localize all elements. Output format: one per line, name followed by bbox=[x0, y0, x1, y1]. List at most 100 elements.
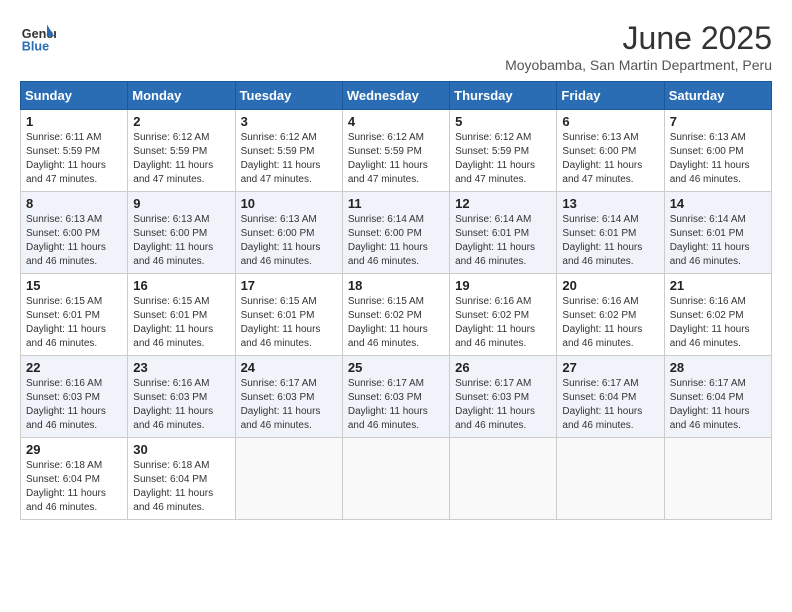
day-info: Sunrise: 6:14 AMSunset: 6:00 PMDaylight:… bbox=[348, 213, 444, 269]
logo: General Blue bbox=[20, 20, 56, 56]
day-number: 25 bbox=[348, 360, 444, 375]
calendar-cell: 17Sunrise: 6:15 AMSunset: 6:01 PMDayligh… bbox=[235, 274, 342, 356]
calendar-cell: 15 Sunrise: 6:15 AMSunset: 6:01 PMDayligh… bbox=[21, 274, 128, 356]
day-info: Sunrise: 6:16 AMSunset: 6:02 PMDaylight:… bbox=[455, 295, 551, 351]
calendar-cell bbox=[664, 438, 771, 520]
calendar-cell: 7 Sunrise: 6:13 AMSunset: 6:00 PMDaylight… bbox=[664, 110, 771, 192]
calendar-cell: 5 Sunrise: 6:12 AMSunset: 5:59 PMDaylight… bbox=[450, 110, 557, 192]
calendar-week-row: 29Sunrise: 6:18 AMSunset: 6:04 PMDayligh… bbox=[21, 438, 772, 520]
day-of-week-header: Sunday bbox=[21, 82, 128, 110]
day-number: 22 bbox=[26, 360, 122, 375]
calendar-cell: 14Sunrise: 6:14 AMSunset: 6:01 PMDayligh… bbox=[664, 192, 771, 274]
day-of-week-header: Thursday bbox=[450, 82, 557, 110]
calendar-cell: 18 Sunrise: 6:15 AMSunset: 6:02 PMDayligh… bbox=[342, 274, 449, 356]
calendar-cell bbox=[557, 438, 664, 520]
day-number: 3 bbox=[241, 114, 337, 129]
day-number: 15 bbox=[26, 278, 122, 293]
day-number: 10 bbox=[241, 196, 337, 211]
day-info: Sunrise: 6:13 AMSunset: 6:00 PMDaylight:… bbox=[562, 131, 658, 187]
calendar-cell: 9 Sunrise: 6:13 AMSunset: 6:00 PMDaylight… bbox=[128, 192, 235, 274]
day-number: 23 bbox=[133, 360, 229, 375]
day-info: Sunrise: 6:14 AMSunset: 6:01 PMDaylight:… bbox=[562, 213, 658, 269]
calendar-cell: 13 Sunrise: 6:14 AMSunset: 6:01 PMDayligh… bbox=[557, 192, 664, 274]
calendar-week-row: 15 Sunrise: 6:15 AMSunset: 6:01 PMDayligh… bbox=[21, 274, 772, 356]
title-area: June 2025 Moyobamba, San Martin Departme… bbox=[505, 20, 772, 73]
calendar-cell: 11 Sunrise: 6:14 AMSunset: 6:00 PMDayligh… bbox=[342, 192, 449, 274]
calendar-cell: 30 Sunrise: 6:18 AMSunset: 6:04 PMDayligh… bbox=[128, 438, 235, 520]
day-info: Sunrise: 6:14 AMSunset: 6:01 PMDaylight:… bbox=[455, 213, 551, 269]
day-info: Sunrise: 6:18 AMSunset: 6:04 PMDaylight:… bbox=[26, 459, 122, 515]
calendar-cell bbox=[342, 438, 449, 520]
svg-text:Blue: Blue bbox=[22, 40, 49, 54]
month-title: June 2025 bbox=[505, 20, 772, 57]
day-number: 9 bbox=[133, 196, 229, 211]
day-of-week-header: Friday bbox=[557, 82, 664, 110]
day-number: 16 bbox=[133, 278, 229, 293]
day-number: 7 bbox=[670, 114, 766, 129]
day-info: Sunrise: 6:16 AMSunset: 6:02 PMDaylight:… bbox=[670, 295, 766, 351]
calendar-cell: 20 Sunrise: 6:16 AMSunset: 6:02 PMDayligh… bbox=[557, 274, 664, 356]
day-number: 6 bbox=[562, 114, 658, 129]
day-of-week-header: Monday bbox=[128, 82, 235, 110]
day-info: Sunrise: 6:18 AMSunset: 6:04 PMDaylight:… bbox=[133, 459, 229, 515]
day-info: Sunrise: 6:11 AMSunset: 5:59 PMDaylight:… bbox=[26, 131, 122, 187]
day-number: 5 bbox=[455, 114, 551, 129]
day-info: Sunrise: 6:13 AMSunset: 6:00 PMDaylight:… bbox=[133, 213, 229, 269]
calendar-cell: 23 Sunrise: 6:16 AMSunset: 6:03 PMDayligh… bbox=[128, 356, 235, 438]
calendar-cell: 27Sunrise: 6:17 AMSunset: 6:04 PMDayligh… bbox=[557, 356, 664, 438]
calendar-week-row: 22 Sunrise: 6:16 AMSunset: 6:03 PMDayligh… bbox=[21, 356, 772, 438]
day-number: 18 bbox=[348, 278, 444, 293]
calendar-cell: 2 Sunrise: 6:12 AMSunset: 5:59 PMDaylight… bbox=[128, 110, 235, 192]
day-number: 21 bbox=[670, 278, 766, 293]
day-number: 2 bbox=[133, 114, 229, 129]
calendar-cell: 26 Sunrise: 6:17 AMSunset: 6:03 PMDayligh… bbox=[450, 356, 557, 438]
calendar-cell: 19 Sunrise: 6:16 AMSunset: 6:02 PMDayligh… bbox=[450, 274, 557, 356]
calendar-cell: 24 Sunrise: 6:17 AMSunset: 6:03 PMDayligh… bbox=[235, 356, 342, 438]
page-header: General Blue June 2025 Moyobamba, San Ma… bbox=[20, 20, 772, 73]
day-info: Sunrise: 6:15 AMSunset: 6:01 PMDaylight:… bbox=[241, 295, 337, 351]
day-info: Sunrise: 6:13 AMSunset: 6:00 PMDaylight:… bbox=[26, 213, 122, 269]
day-info: Sunrise: 6:15 AMSunset: 6:02 PMDaylight:… bbox=[348, 295, 444, 351]
day-of-week-header: Tuesday bbox=[235, 82, 342, 110]
day-number: 19 bbox=[455, 278, 551, 293]
day-of-week-header: Wednesday bbox=[342, 82, 449, 110]
calendar-cell: 16 Sunrise: 6:15 AMSunset: 6:01 PMDayligh… bbox=[128, 274, 235, 356]
day-number: 4 bbox=[348, 114, 444, 129]
calendar-header-row: SundayMondayTuesdayWednesdayThursdayFrid… bbox=[21, 82, 772, 110]
calendar-cell: 21 Sunrise: 6:16 AMSunset: 6:02 PMDayligh… bbox=[664, 274, 771, 356]
day-info: Sunrise: 6:16 AMSunset: 6:02 PMDaylight:… bbox=[562, 295, 658, 351]
day-number: 20 bbox=[562, 278, 658, 293]
logo-icon: General Blue bbox=[20, 20, 56, 56]
day-of-week-header: Saturday bbox=[664, 82, 771, 110]
calendar-cell: 1 Sunrise: 6:11 AMSunset: 5:59 PMDaylight… bbox=[21, 110, 128, 192]
day-info: Sunrise: 6:12 AMSunset: 5:59 PMDaylight:… bbox=[241, 131, 337, 187]
day-info: Sunrise: 6:15 AMSunset: 6:01 PMDaylight:… bbox=[26, 295, 122, 351]
calendar-cell: 10 Sunrise: 6:13 AMSunset: 6:00 PMDayligh… bbox=[235, 192, 342, 274]
location-subtitle: Moyobamba, San Martin Department, Peru bbox=[505, 57, 772, 73]
day-number: 12 bbox=[455, 196, 551, 211]
calendar-cell: 4Sunrise: 6:12 AMSunset: 5:59 PMDaylight… bbox=[342, 110, 449, 192]
day-info: Sunrise: 6:14 AMSunset: 6:01 PMDaylight:… bbox=[670, 213, 766, 269]
day-info: Sunrise: 6:13 AMSunset: 6:00 PMDaylight:… bbox=[241, 213, 337, 269]
calendar-cell: 6 Sunrise: 6:13 AMSunset: 6:00 PMDaylight… bbox=[557, 110, 664, 192]
calendar-cell bbox=[235, 438, 342, 520]
day-info: Sunrise: 6:13 AMSunset: 6:00 PMDaylight:… bbox=[670, 131, 766, 187]
day-info: Sunrise: 6:17 AMSunset: 6:03 PMDaylight:… bbox=[455, 377, 551, 433]
day-info: Sunrise: 6:15 AMSunset: 6:01 PMDaylight:… bbox=[133, 295, 229, 351]
day-number: 24 bbox=[241, 360, 337, 375]
day-number: 13 bbox=[562, 196, 658, 211]
day-info: Sunrise: 6:12 AMSunset: 5:59 PMDaylight:… bbox=[455, 131, 551, 187]
calendar-cell: 29Sunrise: 6:18 AMSunset: 6:04 PMDayligh… bbox=[21, 438, 128, 520]
day-number: 30 bbox=[133, 442, 229, 457]
day-number: 26 bbox=[455, 360, 551, 375]
day-number: 11 bbox=[348, 196, 444, 211]
day-number: 27 bbox=[562, 360, 658, 375]
day-info: Sunrise: 6:12 AMSunset: 5:59 PMDaylight:… bbox=[133, 131, 229, 187]
day-info: Sunrise: 6:16 AMSunset: 6:03 PMDaylight:… bbox=[133, 377, 229, 433]
day-info: Sunrise: 6:17 AMSunset: 6:03 PMDaylight:… bbox=[241, 377, 337, 433]
calendar-cell: 12 Sunrise: 6:14 AMSunset: 6:01 PMDayligh… bbox=[450, 192, 557, 274]
calendar-cell: 8Sunrise: 6:13 AMSunset: 6:00 PMDaylight… bbox=[21, 192, 128, 274]
day-info: Sunrise: 6:17 AMSunset: 6:03 PMDaylight:… bbox=[348, 377, 444, 433]
day-number: 1 bbox=[26, 114, 122, 129]
calendar-week-row: 1 Sunrise: 6:11 AMSunset: 5:59 PMDaylight… bbox=[21, 110, 772, 192]
